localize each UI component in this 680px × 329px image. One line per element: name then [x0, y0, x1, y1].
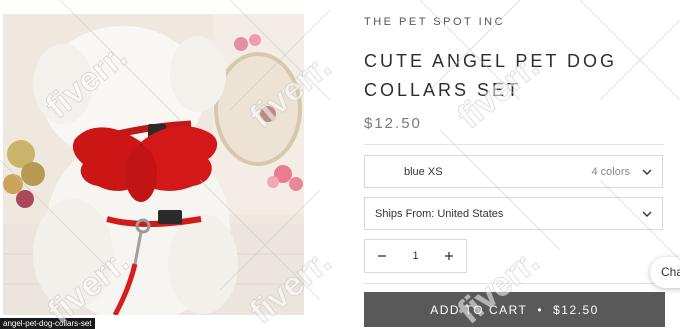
chevron-down-icon [642, 169, 652, 175]
add-to-cart-price: $12.50 [553, 302, 599, 317]
variant-selected-value: blue XS [404, 166, 443, 178]
quantity-stepper: 1 [364, 239, 467, 273]
chevron-down-icon [642, 211, 652, 217]
cart-separator: • [537, 302, 544, 317]
add-to-cart-label: ADD TO CART [430, 302, 528, 317]
shipping-selected-value: Ships From: United States [375, 208, 504, 220]
quantity-value[interactable]: 1 [399, 240, 432, 272]
vendor-name[interactable]: THE PET SPOT INC [364, 16, 505, 28]
quantity-increase-button[interactable] [432, 240, 466, 272]
plus-icon [445, 252, 453, 260]
divider [364, 144, 664, 145]
product-image[interactable] [3, 14, 304, 315]
chat-button[interactable]: Chat [650, 257, 680, 288]
divider [364, 283, 664, 284]
product-price: $12.50 [364, 115, 422, 132]
shipping-select[interactable]: Ships From: United States [364, 197, 663, 230]
minus-icon [378, 255, 386, 257]
variant-count: 4 colors [591, 166, 630, 178]
product-title: CUTE ANGEL PET DOG COLLARS SET [364, 51, 618, 100]
quantity-decrease-button[interactable] [365, 240, 399, 272]
variant-select[interactable]: blue XS 4 colors [364, 155, 663, 188]
image-filename-label: angel-pet-dog-collars-set [0, 318, 95, 329]
dog-photo [3, 14, 304, 315]
add-to-cart-button[interactable]: ADD TO CART • $12.50 [364, 292, 665, 327]
